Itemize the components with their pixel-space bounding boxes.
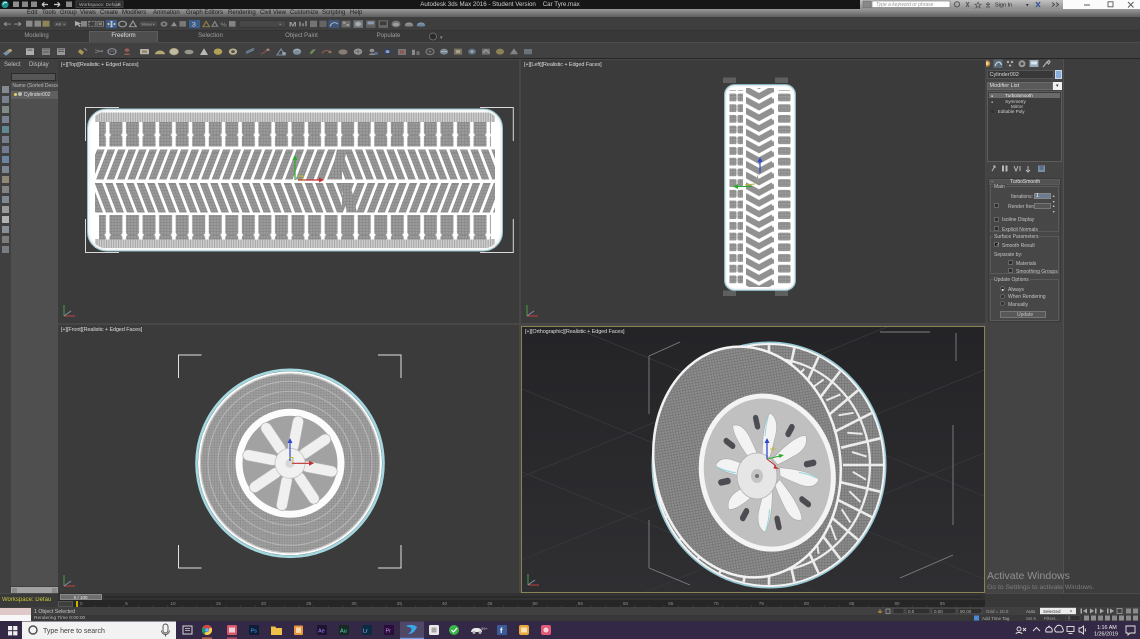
svg-text:Ps: Ps: [251, 629, 258, 635]
svg-text:▾: ▾: [1070, 609, 1072, 614]
svg-text:▾: ▾: [1026, 3, 1029, 9]
svg-text:Lr: Lr: [363, 629, 368, 635]
svg-text:▾: ▾: [440, 35, 443, 41]
svg-text:Au: Au: [340, 629, 347, 635]
svg-text:1:16 AM: 1:16 AM: [1097, 625, 1117, 631]
svg-text:Ae: Ae: [318, 629, 325, 635]
svg-text:▾: ▾: [63, 22, 65, 26]
svg-text:99+: 99+: [481, 626, 488, 631]
svg-text:Type here to search: Type here to search: [43, 628, 105, 635]
svg-text:Auto: Auto: [1026, 609, 1036, 614]
svg-text:M: M: [289, 21, 297, 29]
svg-text:1/26/2019: 1/26/2019: [1094, 632, 1118, 638]
svg-text:0.00: 0.00: [934, 609, 943, 614]
svg-text:Selected: Selected: [1043, 609, 1061, 614]
svg-text:Grid = 10.0: Grid = 10.0: [986, 609, 1009, 614]
svg-text:0.0: 0.0: [908, 609, 915, 614]
svg-text:▾: ▾: [153, 22, 155, 26]
svg-text:▾: ▾: [279, 22, 281, 26]
svg-text:Sign In: Sign In: [995, 2, 1012, 8]
svg-text:%: %: [221, 22, 228, 28]
svg-text:90.00: 90.00: [960, 609, 972, 614]
svg-text:All: All: [56, 22, 62, 26]
svg-text:Type a keyword or phrase: Type a keyword or phrase: [876, 2, 934, 8]
svg-text:Workspace: Default: Workspace: Default: [79, 2, 121, 8]
svg-text:Pr: Pr: [386, 629, 392, 635]
svg-text:View: View: [141, 22, 153, 26]
svg-text:3: 3: [192, 22, 197, 28]
